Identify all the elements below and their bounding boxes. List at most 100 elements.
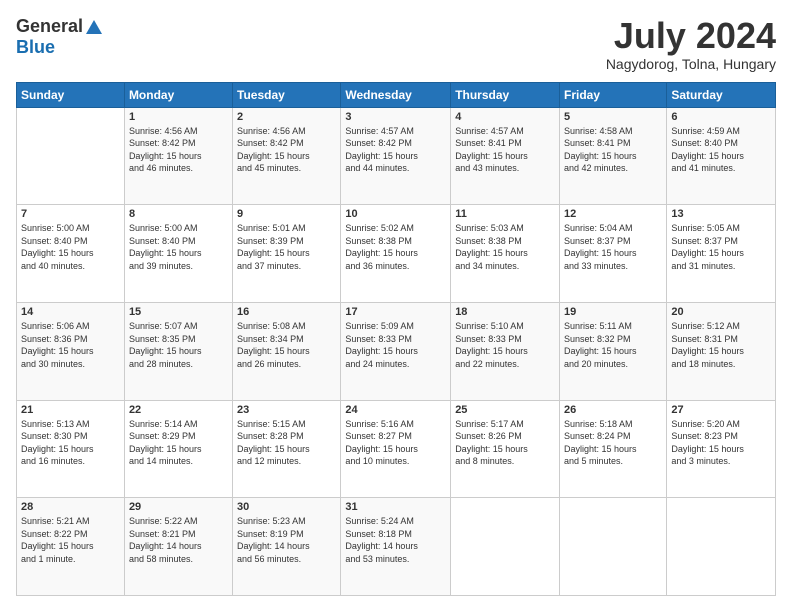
day-info: Sunrise: 5:11 AM Sunset: 8:32 PM Dayligh… xyxy=(564,320,662,370)
day-number: 15 xyxy=(129,306,228,318)
calendar-cell xyxy=(17,107,125,205)
day-number: 3 xyxy=(345,111,446,123)
calendar-cell: 6 Sunrise: 4:59 AM Sunset: 8:40 PM Daylig… xyxy=(667,107,776,205)
calendar-cell: 8 Sunrise: 5:00 AM Sunset: 8:40 PM Daylig… xyxy=(124,205,232,303)
day-info: Sunrise: 5:23 AM Sunset: 8:19 PM Dayligh… xyxy=(237,515,336,565)
calendar-cell: 23 Sunrise: 5:15 AM Sunset: 8:28 PM Dayli… xyxy=(233,400,341,498)
calendar-cell xyxy=(560,498,667,596)
col-thursday: Thursday xyxy=(451,82,560,107)
calendar-cell: 11 Sunrise: 5:03 AM Sunset: 8:38 PM Dayli… xyxy=(451,205,560,303)
day-info: Sunrise: 5:16 AM Sunset: 8:27 PM Dayligh… xyxy=(345,418,446,468)
day-number: 27 xyxy=(671,404,771,416)
day-number: 20 xyxy=(671,306,771,318)
day-info: Sunrise: 5:05 AM Sunset: 8:37 PM Dayligh… xyxy=(671,222,771,272)
day-number: 6 xyxy=(671,111,771,123)
header: General Blue July 2024 Nagydorog, Tolna,… xyxy=(16,16,776,72)
calendar-cell: 13 Sunrise: 5:05 AM Sunset: 8:37 PM Dayli… xyxy=(667,205,776,303)
calendar-table: Sunday Monday Tuesday Wednesday Thursday… xyxy=(16,82,776,596)
calendar-week-row-0: 1 Sunrise: 4:56 AM Sunset: 8:42 PM Daylig… xyxy=(17,107,776,205)
logo-blue-text: Blue xyxy=(16,37,55,58)
logo: General Blue xyxy=(16,16,103,58)
day-number: 16 xyxy=(237,306,336,318)
calendar-cell: 25 Sunrise: 5:17 AM Sunset: 8:26 PM Dayli… xyxy=(451,400,560,498)
day-number: 22 xyxy=(129,404,228,416)
day-info: Sunrise: 5:09 AM Sunset: 8:33 PM Dayligh… xyxy=(345,320,446,370)
day-number: 12 xyxy=(564,208,662,220)
day-info: Sunrise: 5:15 AM Sunset: 8:28 PM Dayligh… xyxy=(237,418,336,468)
location-text: Nagydorog, Tolna, Hungary xyxy=(606,56,776,72)
day-info: Sunrise: 5:02 AM Sunset: 8:38 PM Dayligh… xyxy=(345,222,446,272)
calendar-cell: 18 Sunrise: 5:10 AM Sunset: 8:33 PM Dayli… xyxy=(451,302,560,400)
calendar-cell: 27Sunrise: 5:20 AM Sunset: 8:23 PM Dayli… xyxy=(667,400,776,498)
day-number: 2 xyxy=(237,111,336,123)
calendar-week-row-4: 28 Sunrise: 5:21 AM Sunset: 8:22 PM Dayli… xyxy=(17,498,776,596)
day-number: 9 xyxy=(237,208,336,220)
day-info: Sunrise: 5:03 AM Sunset: 8:38 PM Dayligh… xyxy=(455,222,555,272)
calendar-cell: 4Sunrise: 4:57 AM Sunset: 8:41 PM Daylig… xyxy=(451,107,560,205)
calendar-cell: 26 Sunrise: 5:18 AM Sunset: 8:24 PM Dayli… xyxy=(560,400,667,498)
calendar-cell: 3 Sunrise: 4:57 AM Sunset: 8:42 PM Daylig… xyxy=(341,107,451,205)
calendar-cell xyxy=(451,498,560,596)
calendar-cell: 29 Sunrise: 5:22 AM Sunset: 8:21 PM Dayli… xyxy=(124,498,232,596)
day-info: Sunrise: 5:00 AM Sunset: 8:40 PM Dayligh… xyxy=(21,222,120,272)
day-number: 30 xyxy=(237,501,336,513)
day-info: Sunrise: 5:10 AM Sunset: 8:33 PM Dayligh… xyxy=(455,320,555,370)
col-wednesday: Wednesday xyxy=(341,82,451,107)
day-info: Sunrise: 5:06 AM Sunset: 8:36 PM Dayligh… xyxy=(21,320,120,370)
calendar-cell: 7Sunrise: 5:00 AM Sunset: 8:40 PM Daylig… xyxy=(17,205,125,303)
calendar-cell: 30 Sunrise: 5:23 AM Sunset: 8:19 PM Dayli… xyxy=(233,498,341,596)
calendar-cell: 21 Sunrise: 5:13 AM Sunset: 8:30 PM Dayli… xyxy=(17,400,125,498)
day-number: 1 xyxy=(129,111,228,123)
calendar-cell: 24Sunrise: 5:16 AM Sunset: 8:27 PM Dayli… xyxy=(341,400,451,498)
day-info: Sunrise: 4:58 AM Sunset: 8:41 PM Dayligh… xyxy=(564,125,662,175)
day-number: 17 xyxy=(345,306,446,318)
calendar-cell: 20 Sunrise: 5:12 AM Sunset: 8:31 PM Dayli… xyxy=(667,302,776,400)
calendar-cell: 31Sunrise: 5:24 AM Sunset: 8:18 PM Dayli… xyxy=(341,498,451,596)
day-info: Sunrise: 5:12 AM Sunset: 8:31 PM Dayligh… xyxy=(671,320,771,370)
logo-triangle-icon xyxy=(85,18,103,36)
day-info: Sunrise: 4:56 AM Sunset: 8:42 PM Dayligh… xyxy=(237,125,336,175)
day-info: Sunrise: 5:18 AM Sunset: 8:24 PM Dayligh… xyxy=(564,418,662,468)
day-info: Sunrise: 5:22 AM Sunset: 8:21 PM Dayligh… xyxy=(129,515,228,565)
col-tuesday: Tuesday xyxy=(233,82,341,107)
calendar-cell: 1 Sunrise: 4:56 AM Sunset: 8:42 PM Daylig… xyxy=(124,107,232,205)
day-number: 18 xyxy=(455,306,555,318)
day-info: Sunrise: 4:56 AM Sunset: 8:42 PM Dayligh… xyxy=(129,125,228,175)
calendar-header-row: Sunday Monday Tuesday Wednesday Thursday… xyxy=(17,82,776,107)
day-number: 14 xyxy=(21,306,120,318)
calendar-cell: 9 Sunrise: 5:01 AM Sunset: 8:39 PM Daylig… xyxy=(233,205,341,303)
day-number: 8 xyxy=(129,208,228,220)
day-info: Sunrise: 5:00 AM Sunset: 8:40 PM Dayligh… xyxy=(129,222,228,272)
calendar-cell: 2 Sunrise: 4:56 AM Sunset: 8:42 PM Daylig… xyxy=(233,107,341,205)
day-info: Sunrise: 5:01 AM Sunset: 8:39 PM Dayligh… xyxy=(237,222,336,272)
col-friday: Friday xyxy=(560,82,667,107)
day-number: 11 xyxy=(455,208,555,220)
day-number: 5 xyxy=(564,111,662,123)
day-info: Sunrise: 4:57 AM Sunset: 8:42 PM Dayligh… xyxy=(345,125,446,175)
day-info: Sunrise: 5:21 AM Sunset: 8:22 PM Dayligh… xyxy=(21,515,120,565)
day-number: 23 xyxy=(237,404,336,416)
day-info: Sunrise: 5:17 AM Sunset: 8:26 PM Dayligh… xyxy=(455,418,555,468)
day-info: Sunrise: 5:13 AM Sunset: 8:30 PM Dayligh… xyxy=(21,418,120,468)
day-number: 28 xyxy=(21,501,120,513)
col-monday: Monday xyxy=(124,82,232,107)
day-number: 29 xyxy=(129,501,228,513)
logo-general-text: General xyxy=(16,16,83,37)
calendar-cell: 15Sunrise: 5:07 AM Sunset: 8:35 PM Dayli… xyxy=(124,302,232,400)
calendar-cell: 10Sunrise: 5:02 AM Sunset: 8:38 PM Dayli… xyxy=(341,205,451,303)
calendar-cell: 19 Sunrise: 5:11 AM Sunset: 8:32 PM Dayli… xyxy=(560,302,667,400)
calendar-week-row-3: 21 Sunrise: 5:13 AM Sunset: 8:30 PM Dayli… xyxy=(17,400,776,498)
calendar-cell: 12Sunrise: 5:04 AM Sunset: 8:37 PM Dayli… xyxy=(560,205,667,303)
page: General Blue July 2024 Nagydorog, Tolna,… xyxy=(0,0,792,612)
calendar-cell: 17 Sunrise: 5:09 AM Sunset: 8:33 PM Dayli… xyxy=(341,302,451,400)
day-number: 25 xyxy=(455,404,555,416)
month-title: July 2024 xyxy=(606,16,776,56)
day-info: Sunrise: 4:59 AM Sunset: 8:40 PM Dayligh… xyxy=(671,125,771,175)
day-number: 26 xyxy=(564,404,662,416)
day-number: 13 xyxy=(671,208,771,220)
day-info: Sunrise: 5:14 AM Sunset: 8:29 PM Dayligh… xyxy=(129,418,228,468)
day-number: 21 xyxy=(21,404,120,416)
calendar-cell: 28 Sunrise: 5:21 AM Sunset: 8:22 PM Dayli… xyxy=(17,498,125,596)
day-number: 19 xyxy=(564,306,662,318)
title-block: July 2024 Nagydorog, Tolna, Hungary xyxy=(606,16,776,72)
